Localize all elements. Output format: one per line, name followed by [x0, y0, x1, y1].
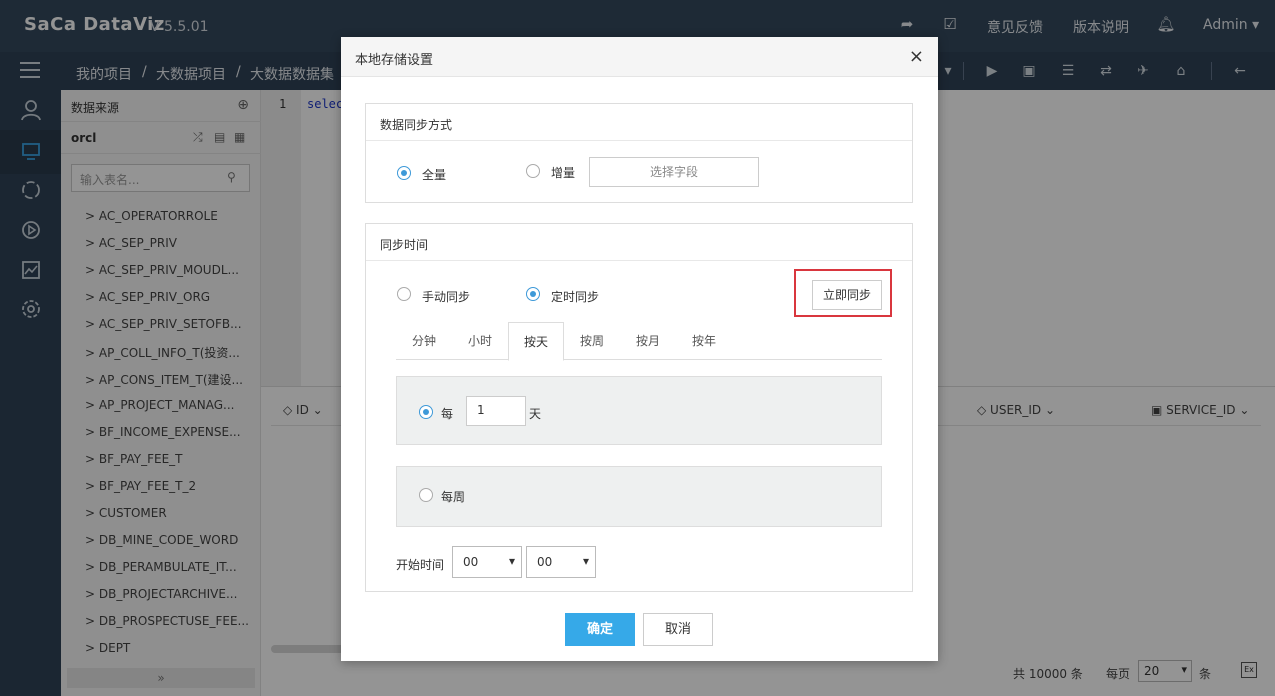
incremental-sync-label[interactable]: 增量 — [551, 164, 575, 181]
day-unit-label: 天 — [529, 407, 542, 421]
every-n-days-radio[interactable] — [419, 405, 433, 419]
sync-time-section: 同步时间 手动同步 定时同步 立即同步 分钟 小时 按天 按周 按月 按年 每 … — [365, 223, 913, 592]
section-title: 数据同步方式 — [380, 118, 453, 132]
start-time-label: 开始时间 — [396, 558, 445, 572]
section-header: 同步时间 — [366, 224, 912, 261]
full-sync-radio[interactable] — [397, 166, 411, 180]
sync-now-button[interactable]: 立即同步 — [812, 280, 882, 310]
start-minute-select[interactable]: 00 — [526, 546, 596, 578]
weekly-label: 每周 — [441, 490, 466, 504]
every-label: 每 — [441, 407, 454, 421]
section-title: 同步时间 — [380, 238, 429, 252]
tab-minute[interactable]: 分钟 — [396, 322, 452, 360]
sync-mode-section: 数据同步方式 全量 增量 选择字段 — [365, 103, 913, 203]
manual-sync-label[interactable]: 手动同步 — [422, 288, 470, 305]
dialog-header: 本地存储设置 × — [341, 37, 938, 77]
start-hour-select[interactable]: 00 — [452, 546, 522, 578]
scheduled-sync-label[interactable]: 定时同步 — [551, 288, 599, 305]
full-sync-label[interactable]: 全量 — [422, 166, 446, 183]
tab-hour[interactable]: 小时 — [452, 322, 508, 360]
days-interval-input[interactable]: 1 — [466, 396, 526, 426]
close-icon[interactable]: × — [909, 46, 924, 67]
tab-daily[interactable]: 按天 — [508, 322, 564, 361]
confirm-button[interactable]: 确定 — [565, 613, 635, 646]
select-field-button[interactable]: 选择字段 — [589, 157, 759, 187]
tab-yearly[interactable]: 按年 — [676, 322, 732, 360]
weekly-option: 每周 — [396, 466, 882, 527]
incremental-sync-radio[interactable] — [526, 164, 540, 178]
weekly-radio[interactable] — [419, 488, 433, 502]
frequency-tabs: 分钟 小时 按天 按周 按月 按年 — [396, 322, 882, 361]
section-header: 数据同步方式 — [366, 104, 912, 141]
every-n-days-option: 每 1 天 — [396, 376, 882, 445]
dialog-title: 本地存储设置 — [355, 53, 434, 68]
tab-monthly[interactable]: 按月 — [620, 322, 676, 360]
cancel-button[interactable]: 取消 — [643, 613, 713, 646]
local-storage-settings-dialog: 本地存储设置 × 数据同步方式 全量 增量 选择字段 同步时间 手动同步 定时同… — [341, 37, 938, 661]
scheduled-sync-radio[interactable] — [526, 287, 540, 301]
manual-sync-radio[interactable] — [397, 287, 411, 301]
tab-weekly[interactable]: 按周 — [564, 322, 620, 360]
